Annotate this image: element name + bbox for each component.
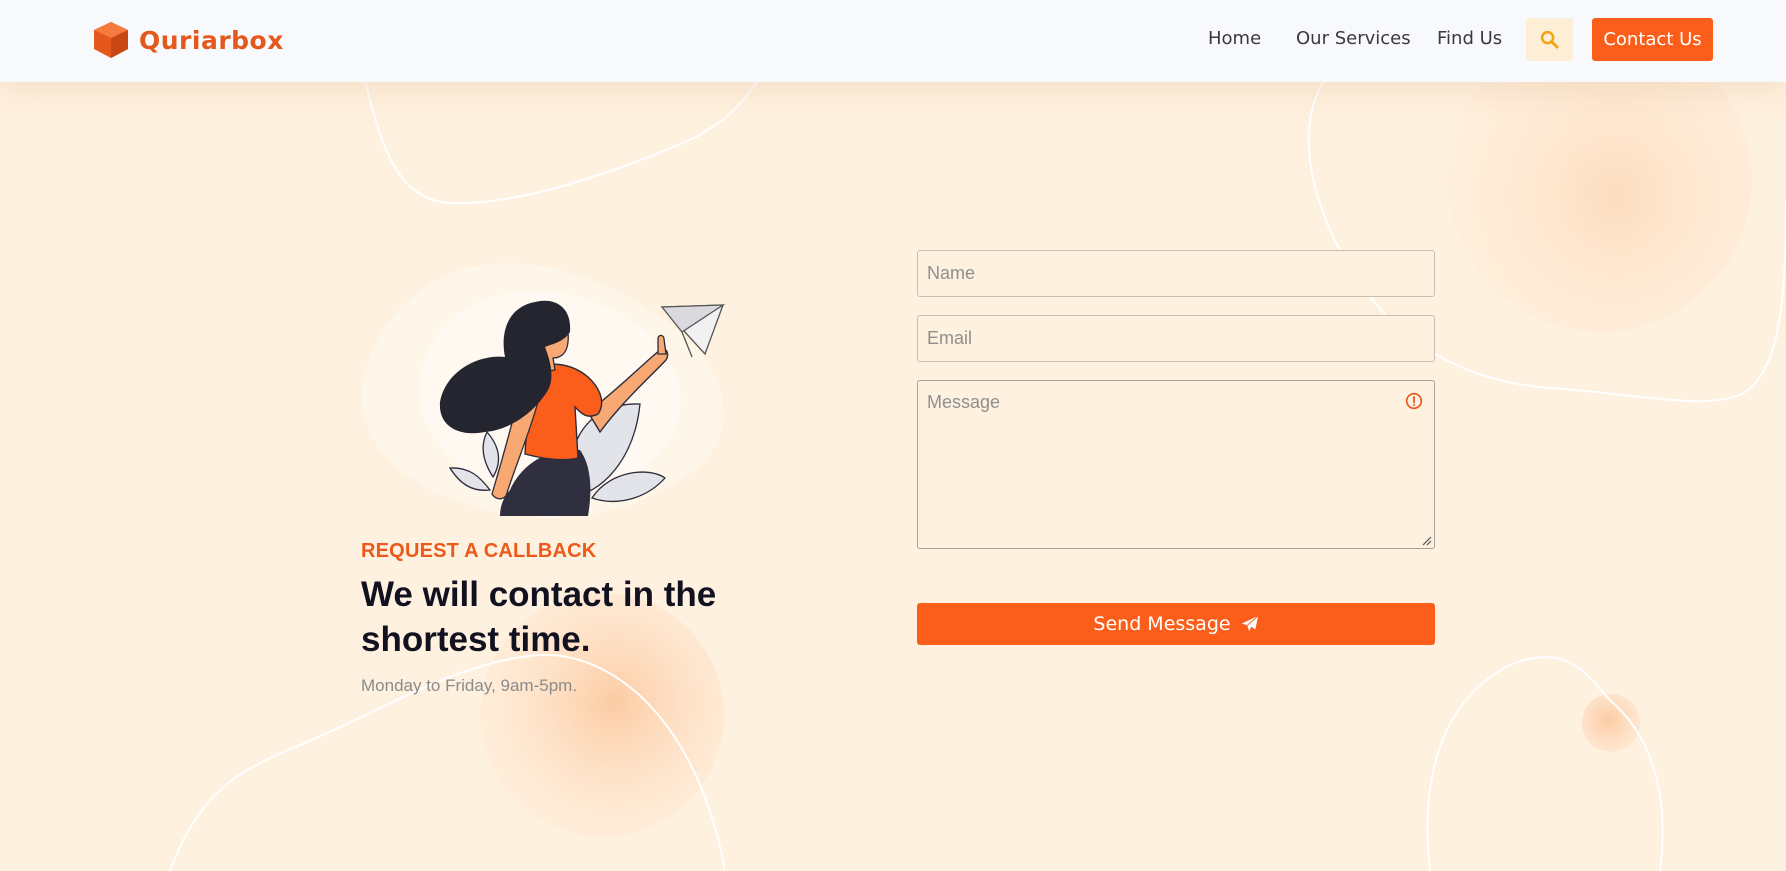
brand-logo[interactable]: Quriarbox — [91, 20, 284, 60]
email-input[interactable] — [918, 316, 1434, 361]
nav-home[interactable]: Home — [1208, 28, 1261, 49]
callback-illustration — [361, 263, 726, 518]
site-header: Quriarbox Home Our Services Find Us Cont… — [0, 0, 1786, 82]
business-hours: Monday to Friday, 9am-5pm. — [361, 676, 578, 695]
search-icon — [1540, 30, 1559, 49]
background-decoration — [169, 28, 1786, 871]
callback-eyebrow: REQUEST A CALLBACK — [361, 540, 597, 562]
warning-icon — [1405, 392, 1423, 410]
nav-our-services[interactable]: Our Services — [1296, 28, 1411, 49]
blob-dot — [1582, 694, 1640, 752]
contact-us-button[interactable]: Contact Us — [1592, 18, 1713, 61]
name-input[interactable] — [918, 251, 1434, 296]
nav-find-us[interactable]: Find Us — [1437, 28, 1502, 49]
contact-page: Quriarbox Home Our Services Find Us Cont… — [0, 0, 1786, 871]
resize-handle-icon[interactable] — [1420, 534, 1432, 546]
send-message-label: Send Message — [1093, 613, 1231, 635]
brand-name: Quriarbox — [139, 25, 284, 55]
paper-plane-icon — [1241, 615, 1258, 632]
name-field-wrapper — [917, 250, 1435, 297]
send-message-button[interactable]: Send Message — [917, 603, 1435, 645]
box-logo-icon — [94, 22, 128, 58]
search-button[interactable] — [1526, 18, 1573, 61]
email-field-wrapper — [917, 315, 1435, 362]
callback-headline: We will contact in the shortest time. — [361, 575, 717, 659]
message-textarea[interactable] — [918, 381, 1434, 548]
message-field-wrapper — [917, 380, 1435, 549]
wave-line-bottom-right — [1426, 656, 1664, 871]
